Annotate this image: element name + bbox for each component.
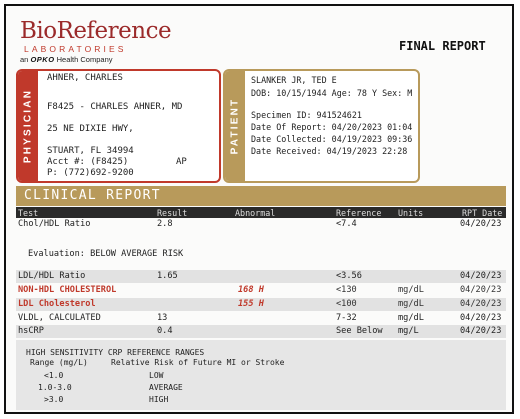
physician-phone: P: (772)692-9200: [47, 168, 134, 178]
hscrp-risk-header: Relative Risk of Future MI or Stroke: [111, 358, 285, 367]
test-units: mg/dL: [398, 285, 424, 295]
test-reference: <7.4: [336, 219, 357, 229]
patient-dob: DOB: 10/15/1944 Age: 78 Y Sex: M: [251, 88, 413, 98]
col-test: Test: [18, 208, 39, 218]
physician-address-1: 25 NE DIXIE HWY,: [47, 124, 134, 134]
hscrp-title: HIGH SENSITIVITY CRP REFERENCE RANGES: [26, 348, 205, 357]
test-reference: See Below: [336, 326, 383, 336]
hscrp-risk-low: LOW: [149, 371, 164, 380]
lab-logo: BioReference: [20, 18, 172, 44]
test-reference: <3.56: [336, 271, 362, 281]
hscrp-risk-high: HIGH: [149, 395, 169, 404]
test-date: 04/20/23: [460, 299, 502, 309]
test-result: 2.8: [157, 219, 173, 229]
col-units: Units: [398, 208, 424, 218]
physician-side-label: PHYSICIAN: [22, 88, 34, 164]
hscrp-range-low: <1.0: [44, 371, 64, 380]
test-reference: <130: [336, 285, 357, 295]
tagline-brand: OPKO: [30, 55, 55, 64]
evaluation-note: Evaluation: BELOW AVERAGE RISK: [28, 249, 184, 259]
tagline-prefix: an: [20, 55, 29, 64]
test-date: 04/20/23: [460, 285, 502, 295]
test-name: LDL/HDL Ratio: [18, 271, 86, 281]
test-date: 04/20/23: [460, 271, 502, 281]
test-name: LDL Cholesterol: [18, 299, 96, 309]
test-date: 04/20/23: [460, 326, 502, 336]
test-date: 04/20/23: [460, 219, 502, 229]
hscrp-reference-block: HIGH SENSITIVITY CRP REFERENCE RANGES Ra…: [16, 340, 506, 410]
patient-side-label: PATIENT: [229, 97, 241, 155]
test-reference: <100: [336, 299, 357, 309]
test-name: NON-HDL CHOLESTEROL: [18, 285, 117, 295]
physician-address-2: STUART, FL 34994: [47, 146, 134, 156]
physician-name: AHNER, CHARLES: [47, 73, 123, 83]
physician-account-flag: AP: [176, 157, 187, 167]
test-units: mg/dL: [398, 299, 424, 309]
test-result: 0.4: [157, 326, 173, 336]
patient-box: PATIENT SLANKER JR, TED E DOB: 10/15/194…: [223, 69, 420, 183]
test-abnormal: 168 H: [238, 285, 264, 295]
patient-side-tab: PATIENT: [225, 71, 245, 181]
date-collected: Date Collected: 04/19/2023 09:36: [251, 134, 413, 144]
table-row: NON-HDL CHOLESTEROL 168 H <130 mg/dL 04/…: [16, 284, 506, 297]
date-of-report: Date Of Report: 04/20/2023 01:04: [251, 122, 413, 132]
col-result: Result: [157, 208, 188, 218]
test-date: 04/20/23: [460, 313, 502, 323]
test-result: 13: [157, 313, 168, 323]
table-row: VLDL, CALCULATED 13 7-32 mg/dL 04/20/23: [16, 312, 506, 325]
lab-logo-subtitle: LABORATORIES: [24, 44, 127, 54]
clinical-report-title: CLINICAL REPORT: [24, 188, 161, 203]
patient-name: SLANKER JR, TED E: [251, 75, 337, 85]
test-reference: 7-32: [336, 313, 357, 323]
test-units: mg/dL: [398, 313, 424, 323]
hscrp-range-average: 1.0-3.0: [38, 383, 72, 392]
physician-box: PHYSICIAN AHNER, CHARLES F8425 - CHARLES…: [16, 69, 221, 183]
lab-logo-tagline: an OPKO Health Company: [20, 55, 113, 64]
tagline-suffix: Health Company: [56, 55, 113, 64]
results-table-header: Test Result Abnormal Reference Units RPT…: [16, 207, 506, 218]
hscrp-range-header: Range (mg/L): [30, 358, 88, 367]
test-result: 1.65: [157, 271, 178, 281]
test-name: hsCRP: [18, 326, 44, 336]
test-units: mg/L: [398, 326, 419, 336]
physician-code: F8425 - CHARLES AHNER, MD: [47, 102, 183, 112]
col-rpt-date: RPT Date: [462, 208, 503, 218]
table-row: Chol/HDL Ratio 2.8 <7.4 04/20/23: [16, 218, 506, 231]
table-row: LDL Cholesterol 155 H <100 mg/dL 04/20/2…: [16, 298, 506, 311]
physician-account: Acct #: (F8425): [47, 157, 129, 167]
hscrp-range-high: >3.0: [44, 395, 64, 404]
clinical-report-banner: CLINICAL REPORT: [16, 186, 506, 206]
date-received: Date Received: 04/19/2023 22:28: [251, 146, 408, 156]
col-reference: Reference: [336, 208, 382, 218]
test-name: Chol/HDL Ratio: [18, 219, 91, 229]
table-row: LDL/HDL Ratio 1.65 <3.56 04/20/23: [16, 270, 506, 283]
col-abnormal: Abnormal: [235, 208, 276, 218]
specimen-id: Specimen ID: 941524621: [251, 110, 362, 120]
report-page: BioReference LABORATORIES an OPKO Health…: [4, 4, 514, 414]
test-name: VLDL, CALCULATED: [18, 313, 101, 323]
hscrp-risk-average: AVERAGE: [149, 383, 183, 392]
table-row: hsCRP 0.4 See Below mg/L 04/20/23: [16, 325, 506, 338]
physician-side-tab: PHYSICIAN: [18, 71, 38, 181]
test-abnormal: 155 H: [238, 299, 264, 309]
report-status-title: FINAL REPORT: [399, 39, 486, 53]
